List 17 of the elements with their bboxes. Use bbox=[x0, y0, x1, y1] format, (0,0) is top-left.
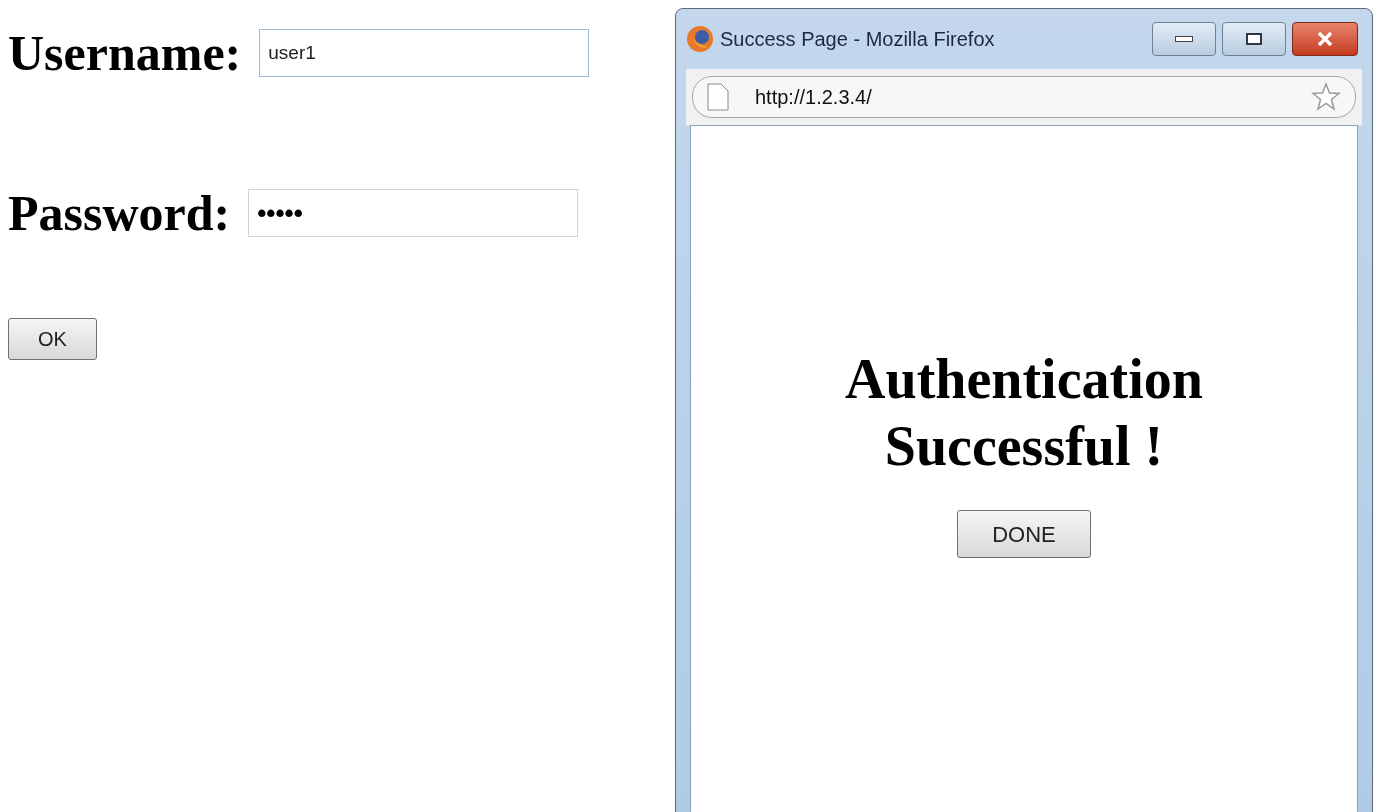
password-label: Password: bbox=[8, 188, 231, 238]
star-icon[interactable] bbox=[1311, 82, 1341, 112]
address-bar[interactable]: http://1.2.3.4/ bbox=[692, 76, 1356, 118]
window-title: Success Page - Mozilla Firefox bbox=[720, 27, 995, 52]
success-heading: Authentication Successful ! bbox=[844, 347, 1204, 480]
maximize-button[interactable] bbox=[1222, 22, 1286, 56]
close-icon bbox=[1316, 31, 1334, 47]
ok-button[interactable]: OK bbox=[8, 318, 97, 360]
firefox-icon bbox=[686, 25, 714, 53]
minimize-button[interactable] bbox=[1152, 22, 1216, 56]
url-text: http://1.2.3.4/ bbox=[755, 85, 873, 110]
page-icon bbox=[707, 83, 729, 111]
username-field[interactable]: user1 bbox=[259, 29, 590, 77]
close-button[interactable] bbox=[1292, 22, 1358, 56]
username-label: Username: bbox=[8, 28, 242, 78]
password-field[interactable]: ••••• bbox=[248, 189, 579, 237]
done-button[interactable]: DONE bbox=[957, 510, 1091, 559]
